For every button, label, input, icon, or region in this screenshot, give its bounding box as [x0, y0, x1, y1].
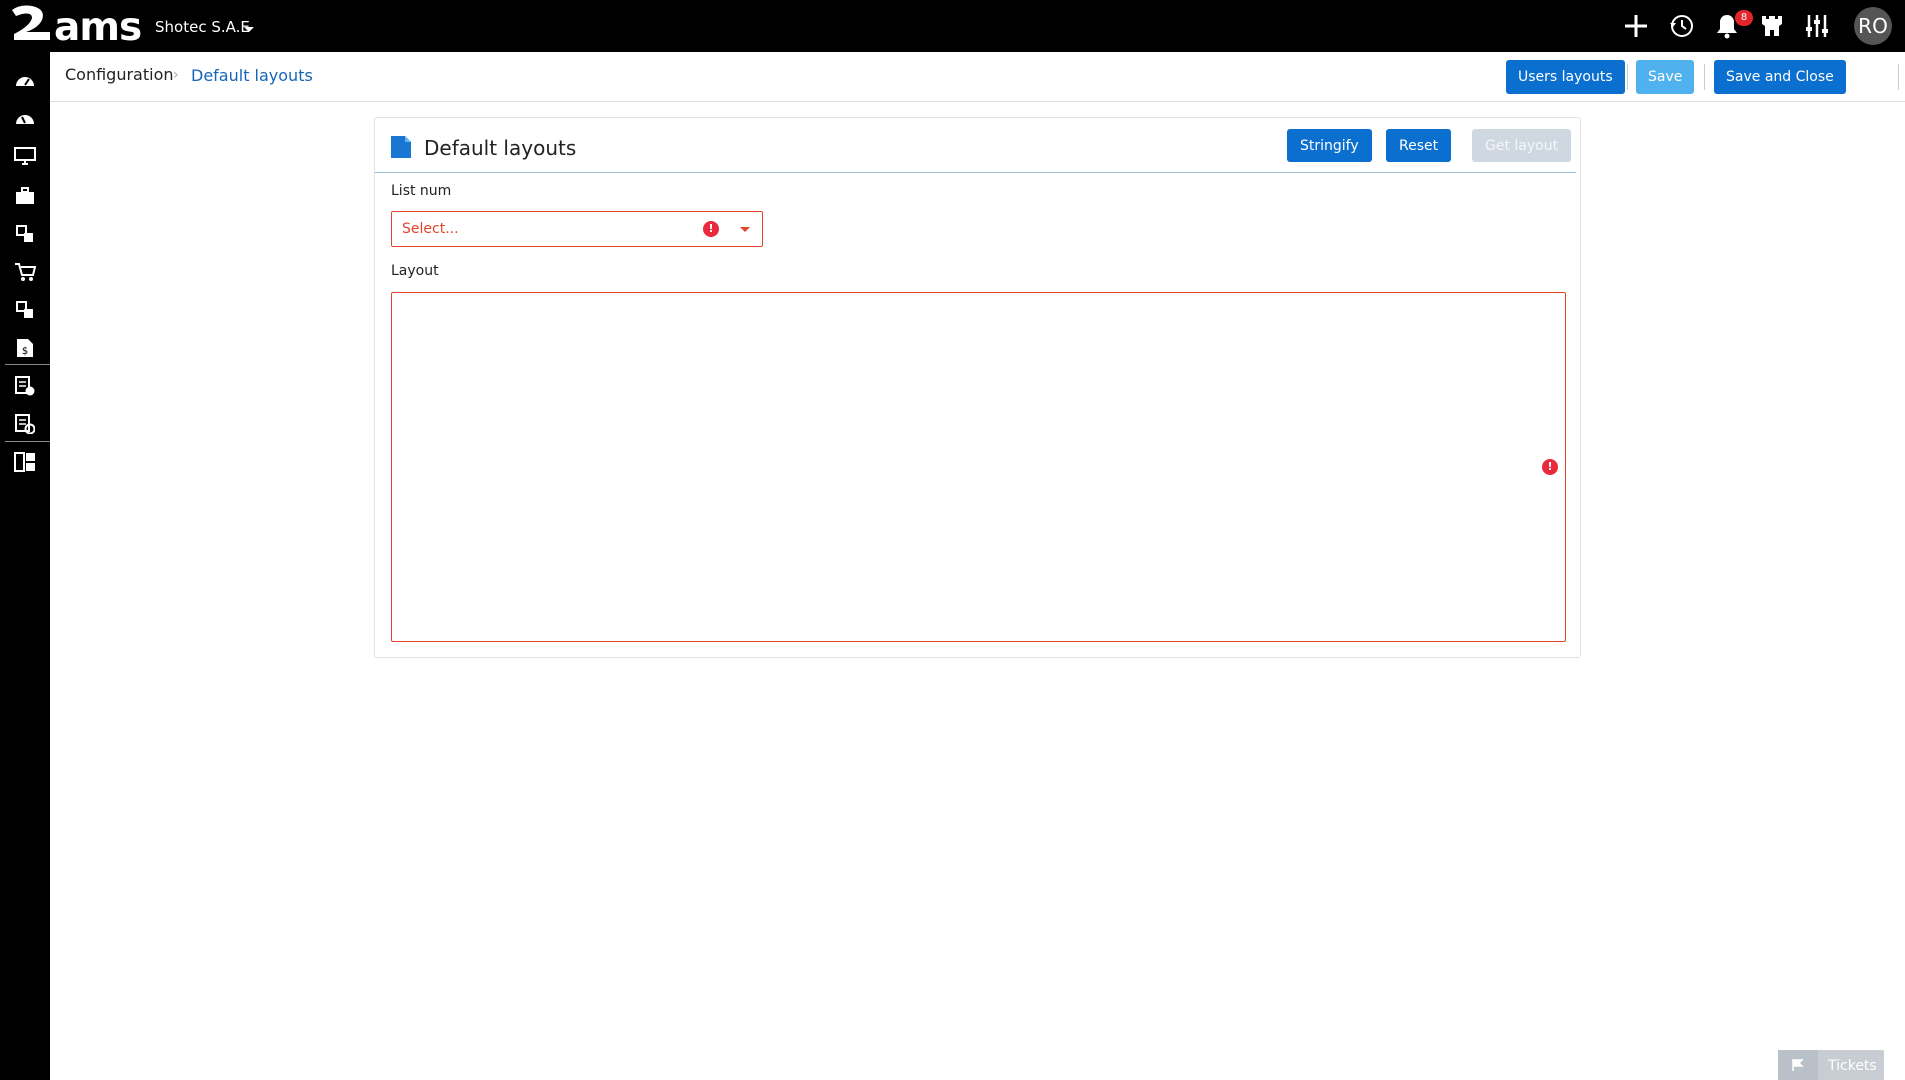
header-divider	[1704, 64, 1705, 90]
company-selector[interactable]: Shotec S.A.E	[155, 18, 250, 36]
card-header: Default layouts Stringify Reset Get layo…	[375, 118, 1576, 173]
chevron-down-icon[interactable]	[244, 27, 254, 32]
sliders-icon[interactable]	[1801, 10, 1833, 42]
users-layouts-button[interactable]: Users layouts	[1506, 60, 1625, 94]
error-icon: !	[703, 221, 719, 237]
modules-icon[interactable]	[13, 222, 37, 246]
reset-button[interactable]: Reset	[1386, 129, 1452, 162]
layout-label: Layout	[391, 263, 439, 279]
tickets-label: Tickets	[1828, 1058, 1877, 1074]
breadcrumb-configuration[interactable]: Configuration	[65, 65, 174, 84]
logo-mark-icon	[12, 5, 50, 40]
header-divider	[1898, 64, 1899, 90]
notification-badge: 8	[1735, 10, 1753, 26]
dashboard-alt-icon[interactable]	[13, 106, 37, 130]
modules-alt-icon[interactable]	[13, 298, 37, 322]
breadcrumb-current: Default layouts	[191, 66, 313, 85]
svg-text:$: $	[22, 346, 28, 357]
cart-icon[interactable]	[13, 260, 37, 284]
page-header: Configuration › Default layouts Users la…	[50, 52, 1905, 102]
tower-icon[interactable]	[1756, 10, 1788, 42]
default-layouts-card: Default layouts Stringify Reset Get layo…	[374, 117, 1581, 658]
document-icon	[390, 135, 412, 159]
sidebar: $	[0, 52, 50, 1080]
breadcrumb-separator-icon: ›	[173, 67, 179, 83]
layout-grid-icon[interactable]	[13, 450, 37, 474]
sidebar-divider	[5, 441, 50, 442]
list-num-placeholder: Select...	[402, 221, 459, 237]
briefcase-icon[interactable]	[13, 184, 37, 208]
stringify-button[interactable]: Stringify	[1287, 129, 1372, 162]
layout-textarea[interactable]: !	[391, 292, 1566, 642]
chevron-down-icon[interactable]	[740, 227, 750, 232]
document-settings-icon[interactable]	[13, 412, 37, 436]
get-layout-button[interactable]: Get layout	[1472, 129, 1572, 162]
history-icon[interactable]	[1666, 10, 1698, 42]
app-logo[interactable]: ams	[10, 4, 142, 50]
monitor-icon[interactable]	[13, 144, 37, 168]
save-and-close-button[interactable]: Save and Close	[1714, 60, 1846, 94]
add-icon[interactable]	[1620, 10, 1652, 42]
list-num-select[interactable]: Select... !	[391, 211, 763, 247]
top-bar: ams Shotec S.A.E 8 RO	[0, 0, 1905, 52]
invoice-dollar-icon[interactable]: $	[13, 336, 37, 360]
list-num-label: List num	[391, 183, 452, 199]
header-divider	[1627, 64, 1628, 90]
dashboard-icon[interactable]	[13, 68, 37, 92]
document-check-icon[interactable]	[13, 374, 37, 398]
user-avatar[interactable]: RO	[1854, 7, 1892, 45]
card-title: Default layouts	[424, 136, 577, 160]
error-icon: !	[1542, 459, 1558, 475]
sidebar-divider	[5, 364, 50, 365]
flag-icon	[1778, 1050, 1818, 1080]
tickets-button[interactable]: Tickets	[1778, 1050, 1884, 1080]
logo-text: ams	[54, 5, 142, 50]
save-button[interactable]: Save	[1636, 60, 1695, 94]
